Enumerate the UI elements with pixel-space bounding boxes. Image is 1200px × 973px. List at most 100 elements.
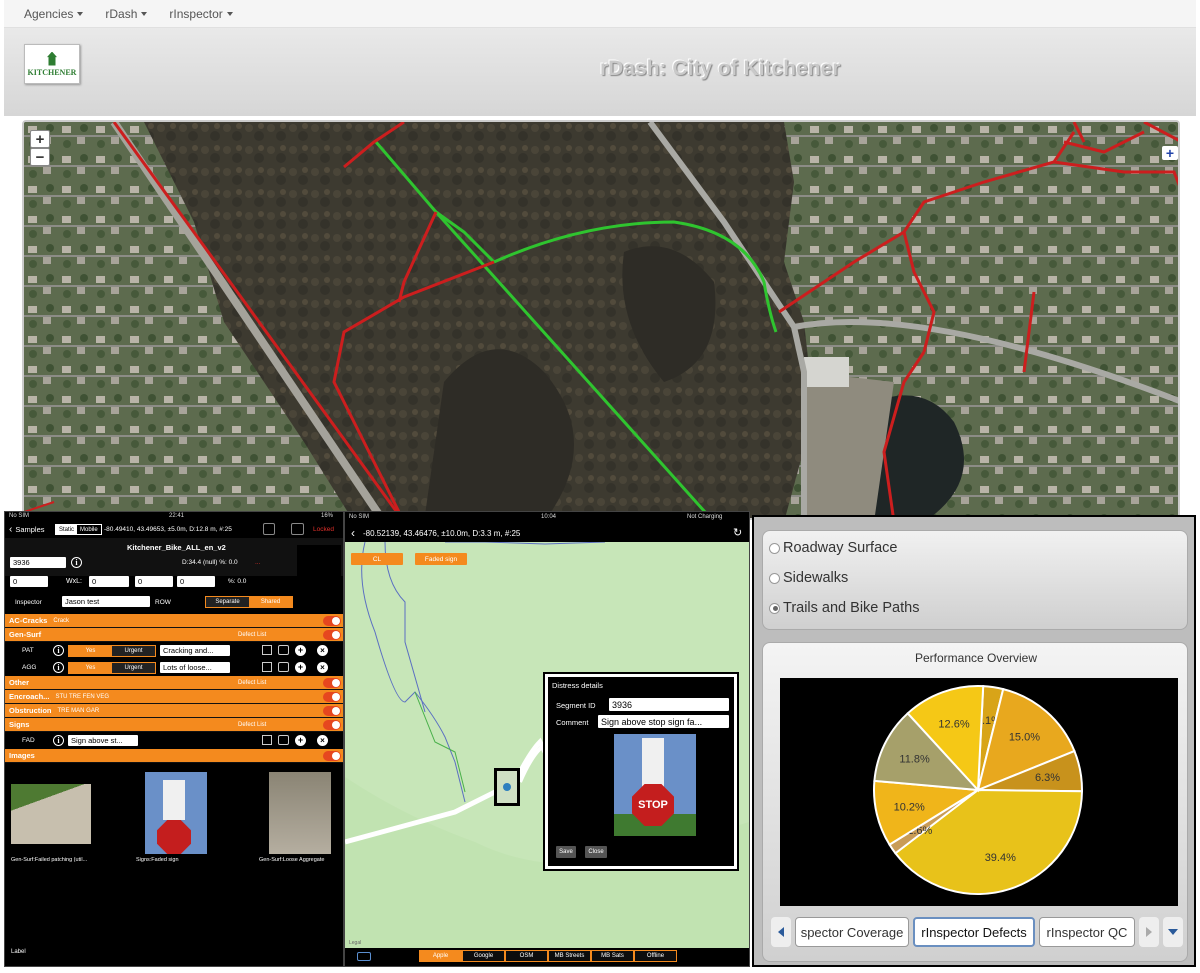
- value-field[interactable]: 0: [10, 576, 48, 587]
- radio-trails-bike-paths[interactable]: Trails and Bike Paths: [769, 600, 919, 616]
- defect-value-field[interactable]: Lots of loose...: [160, 662, 230, 673]
- radio-sidewalks[interactable]: Sidewalks: [769, 570, 848, 586]
- depth-field[interactable]: 0: [177, 576, 215, 587]
- zoom-out-button[interactable]: −: [30, 148, 50, 166]
- section-encroach[interactable]: Encroach... STU TRE FEN VEG: [5, 690, 343, 704]
- add-icon[interactable]: +: [295, 645, 306, 656]
- section-toggle[interactable]: [323, 630, 341, 640]
- edit-icon[interactable]: [263, 523, 275, 535]
- nav-rdash[interactable]: rDash: [105, 7, 148, 21]
- urgent-option[interactable]: Urgent: [112, 663, 155, 673]
- tab-offline[interactable]: Offline: [634, 950, 677, 962]
- tab-mb-sats[interactable]: MB Sats: [591, 950, 634, 962]
- section-toggle[interactable]: [323, 678, 341, 688]
- tab-rinspector-defects[interactable]: rInspector Defects: [913, 917, 1035, 947]
- urgent-option[interactable]: Urgent: [112, 646, 155, 656]
- yes-option[interactable]: Yes: [69, 663, 112, 673]
- remove-icon[interactable]: ×: [317, 662, 328, 673]
- close-button[interactable]: Close: [585, 846, 607, 858]
- locked-status[interactable]: Locked: [313, 526, 334, 533]
- urgency-control[interactable]: Yes Urgent: [68, 662, 156, 674]
- layers-expand-button[interactable]: +: [1162, 145, 1178, 161]
- section-signs[interactable]: Signs Defect List: [5, 718, 343, 732]
- section-toggle[interactable]: [323, 692, 341, 702]
- defect-value-field[interactable]: Sign above st...: [68, 735, 138, 746]
- section-images[interactable]: Images: [5, 749, 343, 763]
- tab-mb-streets[interactable]: MB Streets: [548, 950, 591, 962]
- pie-chart[interactable]: 3.1%15.0%6.3%39.4%1.6%10.2%11.8%12.6%: [780, 678, 1178, 906]
- info-icon[interactable]: i: [53, 645, 64, 656]
- pie-slice-label: 11.8%: [899, 754, 930, 766]
- sign-photo[interactable]: STOP: [614, 734, 696, 836]
- static-mobile-toggle[interactable]: Static Mobile: [55, 524, 102, 535]
- defect-list-link[interactable]: Defect List: [238, 722, 266, 728]
- section-obstruction[interactable]: Obstruction TRE MAN GAR: [5, 704, 343, 718]
- segment-id-field[interactable]: 3936: [10, 557, 66, 568]
- photo-thumbnail[interactable]: [11, 784, 91, 844]
- add-icon[interactable]: +: [295, 662, 306, 673]
- defect-list-link[interactable]: Defect List: [238, 632, 266, 638]
- nav-label: Agencies: [24, 6, 74, 21]
- section-ac-cracks[interactable]: AC-Cracks Crack: [5, 614, 343, 628]
- length-field[interactable]: 0: [135, 576, 173, 587]
- shared-option[interactable]: Shared: [249, 597, 292, 607]
- inspector-field[interactable]: Jason test: [62, 596, 150, 607]
- section-toggle[interactable]: [323, 720, 341, 730]
- tab-osm[interactable]: OSM: [505, 950, 548, 962]
- info-icon[interactable]: i: [53, 735, 64, 746]
- tab-rinspector-coverage[interactable]: spector Coverage: [795, 917, 909, 947]
- edit-icon[interactable]: [262, 645, 272, 655]
- sign-marker[interactable]: [494, 768, 520, 806]
- section-toggle[interactable]: [323, 751, 341, 761]
- info-icon[interactable]: i: [71, 557, 82, 568]
- seg-mobile[interactable]: Mobile: [77, 525, 101, 534]
- section-other[interactable]: Other Defect List: [5, 676, 343, 690]
- radio-roadway-surface[interactable]: Roadway Surface: [769, 540, 897, 556]
- caret-down-icon: [141, 11, 148, 16]
- refresh-icon[interactable]: ↻: [733, 526, 742, 539]
- add-icon[interactable]: +: [295, 735, 306, 746]
- zoom-in-button[interactable]: +: [30, 130, 50, 148]
- camera-icon[interactable]: [278, 735, 289, 745]
- back-button[interactable]: ‹ Samples: [9, 524, 45, 535]
- top-navbar: Agencies rDash rInspector: [4, 0, 1196, 28]
- comment-field[interactable]: Sign above stop sign fa...: [598, 715, 729, 728]
- separate-option[interactable]: Separate: [206, 597, 249, 607]
- seg-static[interactable]: Static: [56, 525, 78, 534]
- tab-rinspector-qc[interactable]: rInspector QC: [1039, 917, 1135, 947]
- map-info-icon[interactable]: [357, 952, 371, 961]
- urgency-control[interactable]: Yes Urgent: [68, 645, 156, 657]
- section-toggle[interactable]: [323, 706, 341, 716]
- defect-value-field[interactable]: Cracking and...: [160, 645, 230, 656]
- width-field[interactable]: 0: [89, 576, 129, 587]
- tab-apple[interactable]: Apple: [419, 950, 462, 962]
- cl-button[interactable]: CL: [351, 553, 403, 565]
- edit-icon[interactable]: [262, 662, 272, 672]
- chevron-left-icon[interactable]: ‹: [351, 527, 355, 539]
- camera-icon[interactable]: [278, 645, 289, 655]
- faded-sign-button[interactable]: Faded sign: [415, 553, 467, 565]
- defect-list-link[interactable]: Defect List: [238, 680, 266, 686]
- section-gen-surf[interactable]: Gen-Surf Defect List: [5, 628, 343, 642]
- city-logo[interactable]: KITCHENER: [24, 44, 80, 84]
- nav-agencies[interactable]: Agencies: [24, 6, 84, 21]
- photo-thumbnail[interactable]: [145, 772, 207, 854]
- remove-icon[interactable]: ×: [317, 645, 328, 656]
- remove-icon[interactable]: ×: [317, 735, 328, 746]
- tab-google[interactable]: Google: [462, 950, 505, 962]
- edit-icon[interactable]: [262, 735, 272, 745]
- camera-icon[interactable]: [278, 662, 289, 672]
- nav-rinspector[interactable]: rInspector: [169, 7, 233, 21]
- photo-thumbnail[interactable]: [269, 772, 331, 854]
- camera-icon[interactable]: [291, 523, 304, 535]
- row-segmented-control[interactable]: Separate Shared: [205, 596, 293, 608]
- info-icon[interactable]: i: [53, 662, 64, 673]
- segment-id-field[interactable]: 3936: [609, 698, 729, 711]
- save-button[interactable]: Save: [556, 846, 576, 858]
- satellite-map[interactable]: [22, 120, 1180, 520]
- section-toggle[interactable]: [323, 616, 341, 626]
- tab-menu-button[interactable]: [1163, 917, 1183, 947]
- tab-next-button[interactable]: [1139, 917, 1159, 947]
- tab-prev-button[interactable]: [771, 917, 791, 947]
- yes-option[interactable]: Yes: [69, 646, 112, 656]
